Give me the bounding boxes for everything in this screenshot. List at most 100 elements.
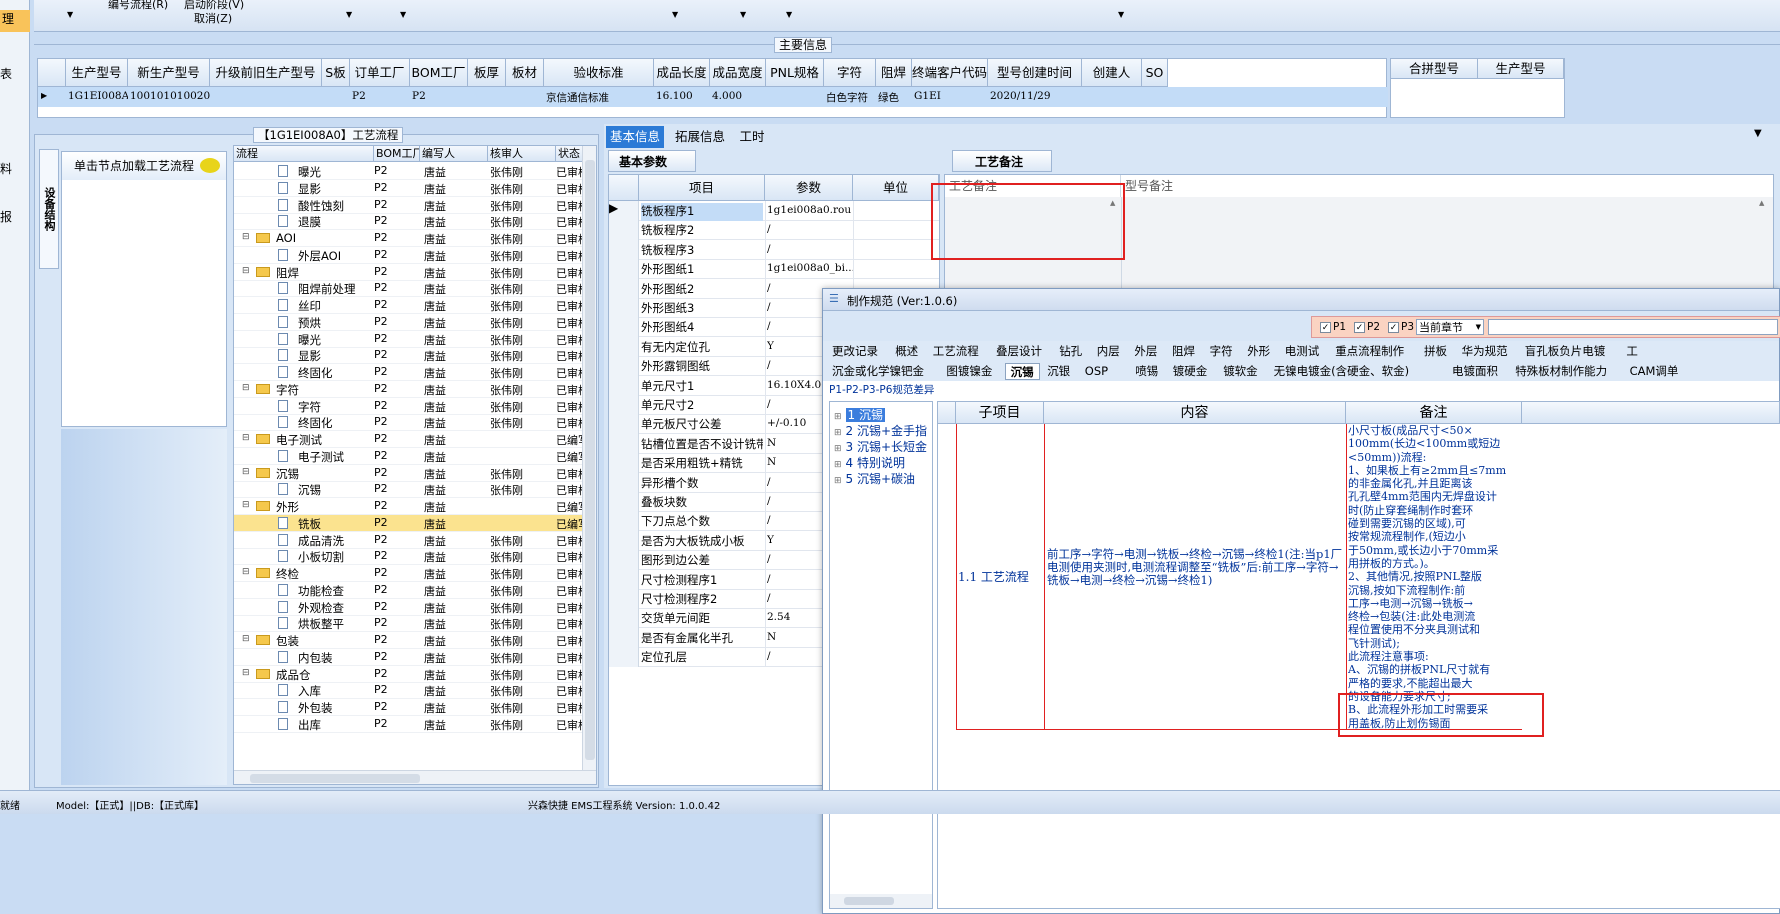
expand-icon[interactable]: ⊟ [242,266,250,276]
expand-icon[interactable]: ⊟ [242,567,250,577]
grid-header[interactable]: 验收标准 [544,59,654,87]
process-row[interactable]: 小板切割P2唐益张伟刚已审核 [234,548,582,566]
process-row[interactable]: ⊟沉锡P2唐益张伟刚已审核 [234,465,582,482]
spec-tab[interactable]: 叠层设计 [991,343,1047,360]
grid-header[interactable]: 核审人 [488,146,556,162]
grid-cell[interactable]: P2 [352,90,410,102]
process-row[interactable]: 预烘P2唐益张伟刚已审核 [234,314,582,331]
expand-icon[interactable]: ⊞ [834,428,842,438]
horizontal-scrollbar[interactable] [234,770,596,784]
grid-cell[interactable]: 16.100 [656,90,710,102]
spec-tab[interactable]: 无镍电镀金(含硬金、软金) [1269,363,1414,380]
check-p2[interactable]: ✓ P2 [1354,321,1380,333]
expand-icon[interactable]: ⊟ [242,383,250,393]
grid-header[interactable]: 板厚 [468,59,506,87]
grid-header[interactable]: 项目 [639,175,765,201]
spec-tab[interactable]: 内层 [1092,343,1125,360]
model-note-column[interactable]: 型号备注 [1121,175,1773,197]
process-row[interactable]: 烘板整平P2唐益张伟刚已审核 [234,615,582,633]
left-nav-item-selected[interactable]: 理 [0,10,30,32]
spec-tab[interactable]: 拼板 [1419,343,1452,360]
tab-work-hours[interactable]: 工时 [732,126,772,148]
process-row[interactable]: 阻焊前处理P2唐益张伟刚已审核 [234,280,582,298]
grid-header[interactable]: BOM工厂 [410,59,468,87]
spec-tab[interactable]: 沉金或化学镍钯金 [827,363,929,380]
tree-hscrollbar[interactable] [830,894,932,908]
param-row[interactable]: 铣板程序2 / [609,220,939,241]
grid-cell[interactable]: 白色字符 [826,90,876,105]
spec-tab[interactable]: 钻孔 [1054,343,1087,360]
spec-tab[interactable]: 镀软金 [1218,363,1263,380]
side-tab-equipment[interactable]: 设备结构 [39,149,59,269]
chevron-down-icon[interactable]: ▼ [786,10,792,19]
spec-tab[interactable]: 盲孔板负片电镀 [1520,343,1611,360]
grid-header[interactable]: 阻焊 [876,59,912,87]
process-row[interactable]: 入库P2唐益张伟刚已审核 [234,682,582,700]
panel-menu-icon[interactable]: ▼ [1754,128,1762,139]
process-row[interactable]: 铣板P2唐益已编写 [234,514,582,532]
process-row[interactable]: ⊟阻焊P2唐益张伟刚已审核 [234,264,582,281]
process-row[interactable]: ⊟包装P2唐益张伟刚已审核 [234,632,582,649]
spec-tab[interactable]: 字符 [1205,343,1238,360]
param-value[interactable]: 1g1ei008a0.rou [767,204,853,216]
spec-tree-item[interactable]: ⊞ 4 特别说明 [834,454,905,471]
dialog-titlebar[interactable]: ☰ 制作规范 (Ver:1.0.6) [823,289,1779,311]
param-value[interactable]: / [767,223,853,235]
spec-tab[interactable]: 工 [1621,343,1643,360]
expand-icon[interactable]: ⊞ [834,444,842,454]
spec-tab[interactable]: 电测试 [1280,343,1325,360]
spec-tab[interactable]: 外形 [1242,343,1275,360]
grid-header[interactable]: 单位 [853,175,939,201]
grid-cell[interactable]: 2020/11/29 [990,90,1082,102]
grid-header[interactable]: 成品长度 [654,59,710,87]
grid-header[interactable]: 订单工厂 [350,59,410,87]
spec-tab[interactable]: 特殊板材制作能力 [1510,363,1612,380]
chapter-select[interactable]: 当前章节 ▼ [1416,319,1484,335]
grid-header[interactable]: 升级前旧生产型号 [210,59,322,87]
spec-tab[interactable]: 沉银 [1042,363,1075,380]
grid-cell[interactable]: 1G1EI008A0 [68,90,128,102]
tab-basic-info[interactable]: 基本信息 [606,126,664,148]
spec-tab[interactable]: CAM调单 [1625,363,1684,380]
process-row[interactable]: ⊟字符P2唐益张伟刚已审核 [234,381,582,398]
tab-extended-info[interactable]: 拓展信息 [670,126,730,148]
check-p1[interactable]: ✓ P1 [1320,321,1346,333]
grid-header[interactable]: 成品宽度 [710,59,766,87]
grid-header[interactable]: 创建人 [1082,59,1142,87]
spec-tab[interactable]: 外层 [1129,343,1162,360]
expand-icon[interactable]: ⊟ [242,467,250,477]
expand-icon[interactable]: ⊟ [242,668,250,678]
chevron-down-icon[interactable]: ▼ [346,10,352,19]
spec-tab[interactable]: 喷锡 [1130,363,1163,380]
grid-header[interactable]: 新生产型号 [128,59,210,87]
grid-header[interactable]: 板材 [506,59,544,87]
param-row[interactable]: 外形图纸1 1g1ei008a0_bi... [609,259,939,280]
process-row[interactable]: 外观检查P2唐益张伟刚已审核 [234,599,582,616]
process-row[interactable]: ⊟终检P2唐益张伟刚已审核 [234,565,582,582]
spec-tab[interactable]: 华为规范 [1457,343,1513,360]
param-row[interactable]: 铣板程序3 / [609,239,939,260]
spec-tab[interactable]: 重点流程制作 [1330,343,1409,360]
flow-button[interactable]: 编号流程(R) [108,0,168,12]
spec-tab[interactable]: 电镀面积 [1447,363,1503,380]
expand-icon[interactable]: ⊞ [834,412,842,422]
grid-cell[interactable]: G1EI [914,90,988,102]
spec-tab[interactable]: OSP [1080,363,1113,380]
spec-tab[interactable]: 概述 [890,343,923,360]
process-row[interactable]: 沉锡P2唐益张伟刚已审核 [234,481,582,499]
grid-header[interactable]: 编写人 [420,146,488,162]
process-row[interactable]: 曝光P2唐益张伟刚已审核 [234,163,582,180]
grid-cell[interactable]: 绿色 [878,90,912,105]
chevron-down-icon[interactable]: ▼ [740,10,746,19]
scroll-up-icon[interactable]: ▲ [1759,199,1764,207]
process-row[interactable]: 内包装P2唐益张伟刚已审核 [234,649,582,666]
grid-header[interactable]: SO [1142,59,1168,87]
grid-header[interactable]: PNL规格 [766,59,824,87]
process-row[interactable]: 退膜P2唐益张伟刚已审核 [234,213,582,231]
process-row[interactable]: ⊟成品仓P2唐益张伟刚已审核 [234,666,582,683]
process-row[interactable]: 外层AOIP2唐益张伟刚已审核 [234,247,582,264]
spec-tab[interactable]: 更改记录 [827,343,883,360]
left-nav-item[interactable]: 料 [0,160,12,177]
expand-icon[interactable]: ⊟ [242,500,250,510]
process-row[interactable]: 功能检查P2唐益张伟刚已审核 [234,582,582,599]
